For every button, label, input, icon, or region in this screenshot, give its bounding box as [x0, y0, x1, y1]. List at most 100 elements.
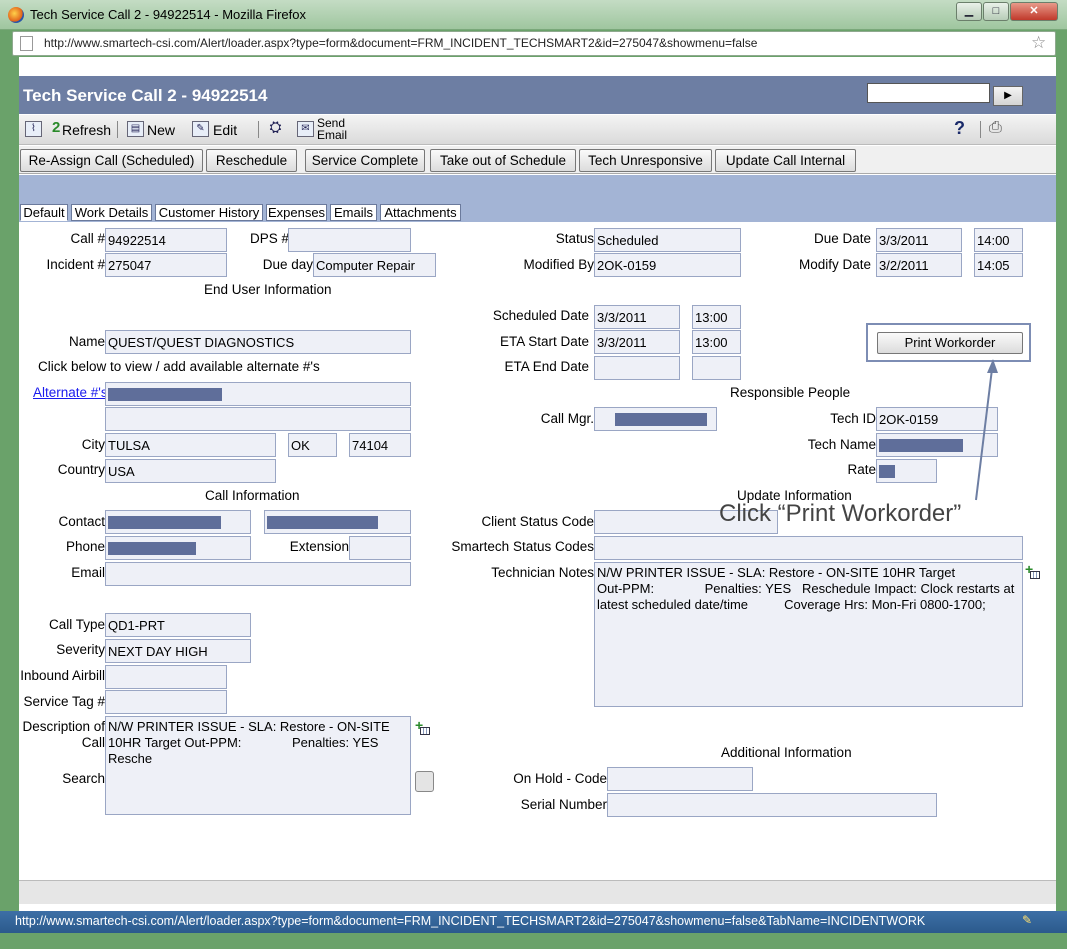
bookmark-star-icon[interactable]: ☆ [1031, 33, 1046, 53]
call-mgr-field[interactable] [594, 407, 717, 431]
due-date-field[interactable]: 3/3/2011 [876, 228, 962, 252]
app-header: Tech Service Call 2 - 94922514 ▶ [19, 76, 1056, 114]
contact-field-2[interactable] [264, 510, 411, 534]
severity-field[interactable]: NEXT DAY HIGH [105, 639, 251, 663]
refresh-icon: 2 [52, 119, 61, 136]
tech-unresponsive-button[interactable]: Tech Unresponsive [579, 149, 712, 172]
refresh-button[interactable]: Refresh [62, 122, 111, 138]
extension-label: Extension [289, 539, 349, 554]
redacted-block [108, 542, 196, 555]
tab-customer-history[interactable]: Customer History [155, 204, 263, 221]
redacted-block [879, 465, 895, 478]
modified-by-label: Modified By [523, 257, 594, 272]
modify-date-label: Modify Date [798, 257, 871, 272]
due-time-field[interactable]: 14:00 [974, 228, 1023, 252]
tab-expenses[interactable]: Expenses [266, 204, 327, 221]
eta-end-time-field[interactable] [692, 356, 741, 380]
scheduled-date-label: Scheduled Date [492, 308, 589, 323]
zip-field[interactable]: 74104 [349, 433, 411, 457]
tab-work-details[interactable]: Work Details [71, 204, 152, 221]
name-field[interactable]: QUEST/QUEST DIAGNOSTICS [105, 330, 411, 354]
modified-by-field[interactable]: 2OK-0159 [594, 253, 741, 277]
reschedule-button[interactable]: Reschedule [206, 149, 297, 172]
tech-notes-textarea[interactable]: N/W PRINTER ISSUE - SLA: Restore - ON-SI… [594, 562, 1023, 707]
take-out-of-schedule-button[interactable]: Take out of Schedule [430, 149, 576, 172]
modify-date-field[interactable]: 3/2/2011 [876, 253, 962, 277]
url-text: http://www.smartech-csi.com/Alert/loader… [44, 36, 758, 50]
reassign-call-button[interactable]: Re-Assign Call (Scheduled) [20, 149, 203, 172]
tab-default[interactable]: Default [20, 204, 68, 221]
country-label: Country [57, 462, 105, 477]
scheduled-time-field[interactable]: 13:00 [692, 305, 741, 329]
toolbar-divider [117, 121, 118, 138]
service-complete-button[interactable]: Service Complete [305, 149, 425, 172]
dps-no-field[interactable] [288, 228, 411, 252]
add-grid-icon[interactable]: + [415, 717, 432, 738]
rate-field[interactable] [876, 459, 937, 483]
description-textarea[interactable]: N/W PRINTER ISSUE - SLA: Restore - ON-SI… [105, 716, 411, 815]
send-email-button[interactable]: Send Email [317, 117, 347, 141]
instruction-callout: Click “Print Workorder” [719, 500, 962, 527]
alternate-field-2[interactable] [105, 407, 411, 431]
alternate-field-1[interactable] [105, 382, 411, 406]
country-field[interactable]: USA [105, 459, 276, 483]
tech-name-field[interactable] [876, 433, 998, 457]
call-no-field[interactable]: 94922514 [105, 228, 227, 252]
eta-end-date-field[interactable] [594, 356, 680, 380]
serial-number-field[interactable] [607, 793, 937, 817]
status-field[interactable]: Scheduled [594, 228, 741, 252]
minimize-button[interactable]: ▁ [956, 2, 982, 21]
maximize-button[interactable]: □ [983, 2, 1009, 21]
redacted-block [108, 516, 221, 529]
contact-field[interactable] [105, 510, 251, 534]
edit-button[interactable]: Edit [213, 122, 237, 138]
eta-start-date-field[interactable]: 3/3/2011 [594, 330, 680, 354]
additional-info-heading: Additional Information [721, 745, 852, 760]
service-tag-field[interactable] [105, 690, 227, 714]
window-bottom-edge [0, 933, 1067, 949]
responsible-heading: Responsible People [730, 385, 851, 400]
tree-icon[interactable]: ⛭ [267, 120, 284, 137]
page-title: Tech Service Call 2 - 94922514 [23, 86, 268, 105]
search-go-button[interactable]: ▶ [993, 86, 1023, 106]
extension-field[interactable] [349, 536, 411, 560]
tech-id-label: Tech ID [830, 411, 876, 426]
inbound-airbill-field[interactable] [105, 665, 227, 689]
search-input[interactable] [867, 83, 990, 103]
name-label: Name [68, 334, 105, 349]
search-button[interactable] [415, 771, 434, 792]
on-hold-field[interactable] [607, 767, 753, 791]
add-grid-icon[interactable]: + [1025, 561, 1042, 582]
status-url: http://www.smartech-csi.com/Alert/loader… [15, 914, 926, 928]
toolbar-divider [258, 121, 259, 138]
tab-attachments[interactable]: Attachments [380, 204, 461, 221]
state-field[interactable]: OK [288, 433, 337, 457]
due-day-field[interactable]: Computer Repair [313, 253, 436, 277]
help-icon[interactable]: ? [954, 118, 965, 139]
pencil-icon: ✎ [1022, 913, 1033, 927]
incident-no-field[interactable]: 275047 [105, 253, 227, 277]
client-status-label: Client Status Code [481, 514, 594, 529]
eta-start-time-field[interactable]: 13:00 [692, 330, 741, 354]
modify-time-field[interactable]: 14:05 [974, 253, 1023, 277]
update-call-internal-button[interactable]: Update Call Internal [715, 149, 856, 172]
tech-notes-label: Technician Notes [491, 565, 594, 580]
phone-field[interactable] [105, 536, 251, 560]
printer-icon[interactable]: ⎙ [989, 119, 1002, 137]
new-button[interactable]: New [147, 122, 175, 138]
severity-label: Severity [56, 642, 105, 657]
smartech-status-field[interactable] [594, 536, 1023, 560]
close-button[interactable]: ✕ [1010, 2, 1058, 21]
print-workorder-button[interactable]: Print Workorder [877, 332, 1023, 354]
browser-status-bar: http://www.smartech-csi.com/Alert/loader… [0, 911, 1067, 933]
address-bar[interactable]: http://www.smartech-csi.com/Alert/loader… [12, 31, 1056, 56]
alternate-numbers-link[interactable]: Alternate #'s [33, 385, 108, 400]
scheduled-date-field[interactable]: 3/3/2011 [594, 305, 680, 329]
tech-id-field[interactable]: 2OK-0159 [876, 407, 998, 431]
call-type-field[interactable]: QD1-PRT [105, 613, 251, 637]
tab-emails[interactable]: Emails [330, 204, 377, 221]
chart-icon[interactable]: ⌇ [25, 121, 42, 137]
email-field[interactable] [105, 562, 411, 586]
page-content: Tech Service Call 2 - 94922514 ▶ ⌇ 2 Ref… [19, 57, 1056, 912]
city-field[interactable]: TULSA [105, 433, 276, 457]
